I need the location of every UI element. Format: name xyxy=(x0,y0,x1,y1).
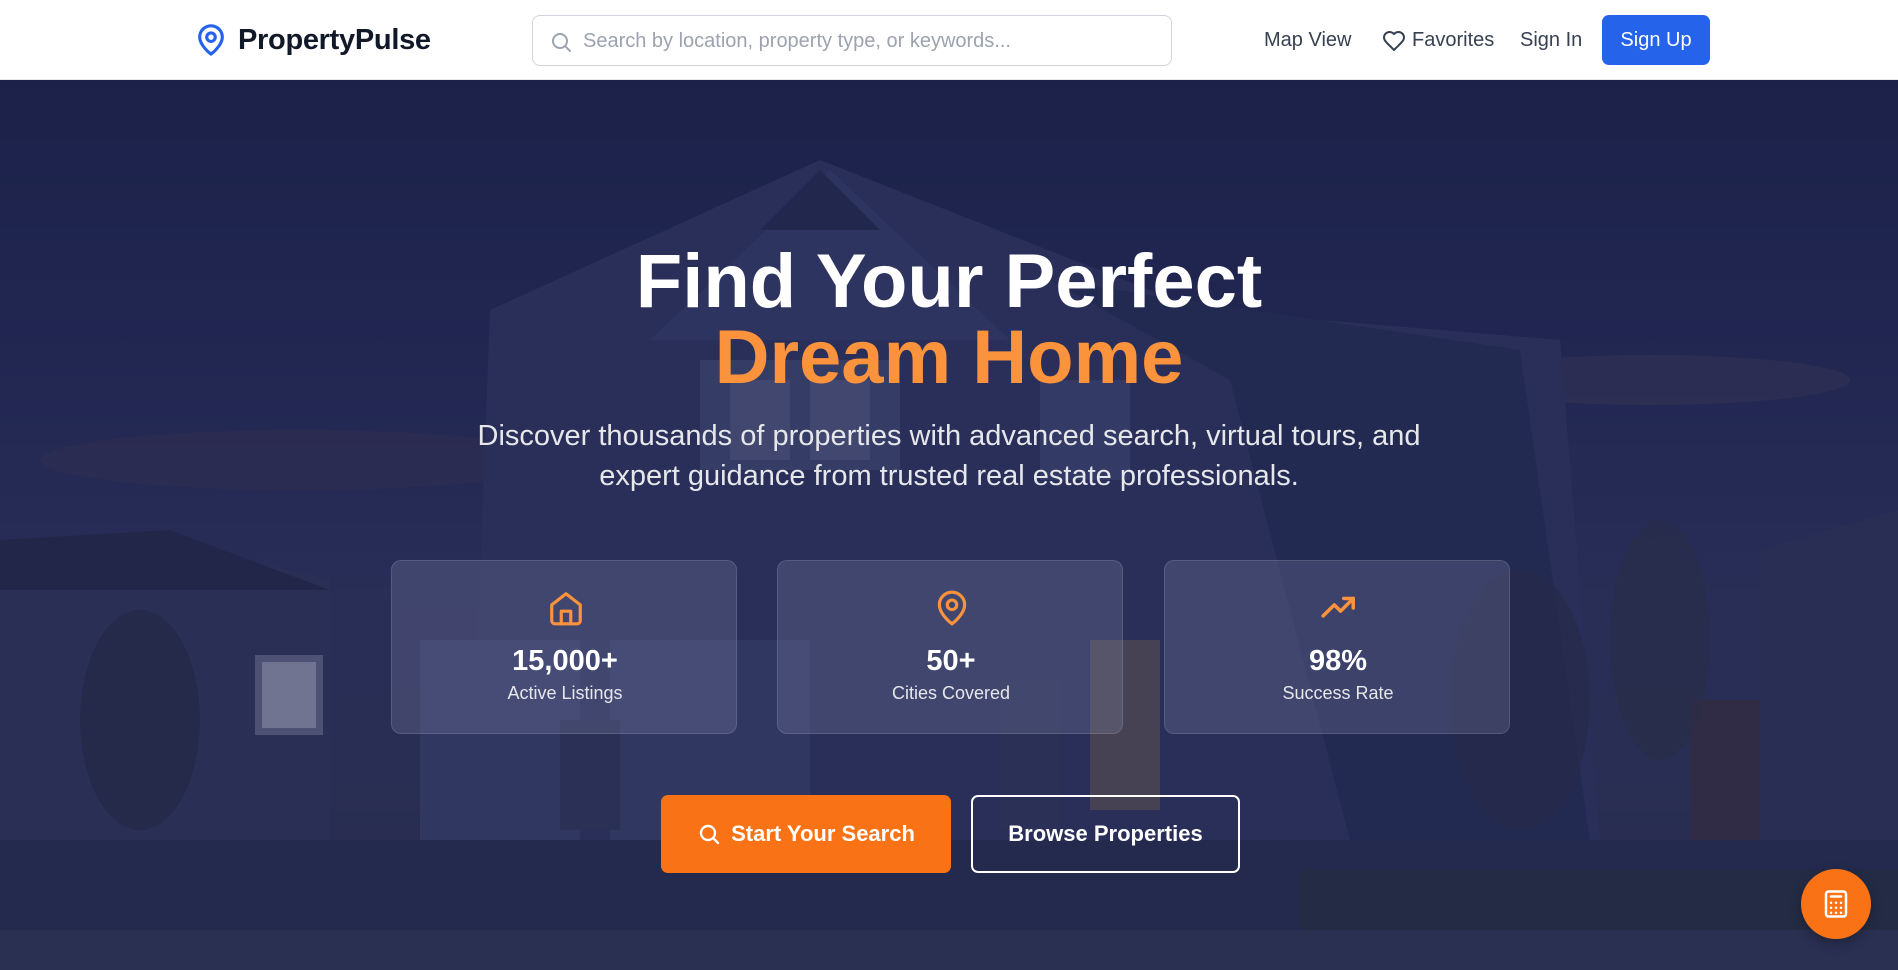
search-bar[interactable] xyxy=(532,15,1172,66)
stat-label: Success Rate xyxy=(1282,683,1394,703)
stat-label: Cities Covered xyxy=(891,683,1011,703)
hero-title-line1: Find Your Perfect xyxy=(635,239,1263,324)
nav-map-view-label: Map View xyxy=(1264,29,1352,51)
nav-favorites-label: Favorites xyxy=(1412,29,1495,51)
calculator-icon xyxy=(1824,890,1848,918)
stat-card-listings: 15,000+ Active Listings xyxy=(391,560,737,734)
stat-value: 98% xyxy=(1308,645,1368,677)
nav-favorites[interactable]: Favorites xyxy=(1382,15,1494,66)
heart-icon xyxy=(1383,30,1405,51)
nav-sign-in[interactable]: Sign In xyxy=(1520,15,1582,66)
brand-name: PropertyPulse xyxy=(238,23,431,56)
stat-value: 50+ xyxy=(926,645,976,677)
stat-card-cities: 50+ Cities Covered xyxy=(777,560,1123,734)
map-pin-icon xyxy=(937,590,967,626)
search-icon xyxy=(699,824,720,845)
search-icon xyxy=(552,33,571,52)
nav-sign-in-label: Sign In xyxy=(1520,29,1583,51)
map-pin-icon xyxy=(198,24,224,56)
nav-map-view[interactable]: Map View xyxy=(1264,15,1351,66)
sign-up-label: Sign Up xyxy=(1620,28,1692,51)
home-icon xyxy=(550,592,582,626)
top-navbar: PropertyPulse Map View Favorites Sign In… xyxy=(0,0,1898,80)
browse-properties-button[interactable]: Browse Properties xyxy=(971,795,1240,873)
stat-label: Active Listings xyxy=(507,683,623,703)
hero-subtitle: Discover thousands of properties with ad… xyxy=(477,420,1421,492)
start-search-label: Start Your Search xyxy=(731,821,915,846)
search-input[interactable] xyxy=(583,24,1153,58)
stat-value: 15,000+ xyxy=(512,645,618,677)
trending-up-icon xyxy=(1321,596,1355,618)
hero-title-line2: Dream Home xyxy=(714,315,1184,400)
browse-properties-label: Browse Properties xyxy=(1008,821,1203,846)
stat-card-success: 98% Success Rate xyxy=(1164,560,1510,734)
hero-section: Find Your Perfect Dream Home Discover th… xyxy=(0,80,1898,970)
start-search-button[interactable]: Start Your Search xyxy=(661,795,951,873)
calculator-fab-button[interactable] xyxy=(1801,869,1871,939)
brand-logo[interactable]: PropertyPulse xyxy=(194,20,431,60)
sign-up-button[interactable]: Sign Up xyxy=(1602,15,1710,65)
